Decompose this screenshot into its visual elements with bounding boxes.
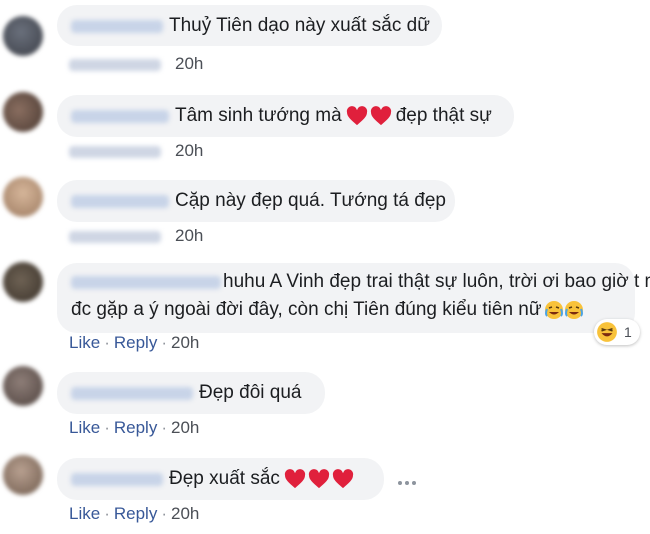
blurred-author-name[interactable] [71,109,169,123]
comment-time[interactable]: 20h [171,418,199,437]
blurred-author-name[interactable] [71,275,221,289]
comment-text-before: Tâm sinh tướng mà [175,105,342,126]
comment-text-line2: đc gặp a ý ngoài đời đây, còn chị Tiên đ… [71,299,542,320]
heart-icon [308,469,330,489]
comment-text-after: đẹp thật sự [395,105,492,126]
like-button[interactable]: Like [69,418,100,437]
avatar[interactable] [3,366,43,406]
separator: · [161,504,167,523]
separator: · [104,504,110,523]
comment-meta: Like · Reply · 20h [69,504,199,524]
blurred-author-name[interactable] [71,472,163,486]
comment-meta: 20h [69,141,203,161]
comment-time[interactable]: 20h [171,333,199,352]
reaction-count[interactable]: 1 [594,319,640,345]
comment-text-line1: huhu A Vinh đẹp trai thật sự luôn, trời … [223,271,650,292]
comment-text: Thuỷ Tiên dạo này xuất sắc dữ [169,15,430,36]
comment-text: Đẹp đôi quá [199,382,302,403]
reply-button[interactable]: Reply [114,418,157,437]
comment-time[interactable]: 20h [175,141,203,160]
comment-time[interactable]: 20h [171,504,199,523]
comment-bubble: Cặp này đẹp quá. Tướng tá đẹp [57,180,455,222]
blurred-author-name[interactable] [71,19,163,33]
like-button[interactable]: Like [69,333,100,352]
comment-time[interactable]: 20h [175,226,203,245]
more-options-icon[interactable] [398,481,416,485]
heart-icon [284,469,306,489]
separator: · [161,418,167,437]
comment-bubble: Đẹp đôi quá [57,372,325,414]
comment-meta: 20h [69,226,203,246]
separator: · [104,333,110,352]
separator: · [104,418,110,437]
avatar[interactable] [3,16,43,56]
comment-meta: Like · Reply · 20h [69,418,199,438]
reply-button[interactable]: Reply [114,333,157,352]
comment-meta: Like · Reply · 20h [69,333,199,353]
crying-laughing-emoji-icon [564,301,583,319]
laughing-reaction-icon [597,322,617,342]
reply-button[interactable]: Reply [114,504,157,523]
like-button[interactable]: Like [69,504,100,523]
comment-bubble: Thuỷ Tiên dạo này xuất sắc dữ [57,5,442,46]
comment-bubble: Tâm sinh tướng mà đẹp thật sự [57,95,514,137]
blurred-actions[interactable] [69,230,161,243]
reaction-count-value: 1 [624,324,632,340]
blurred-author-name[interactable] [71,386,193,400]
avatar[interactable] [3,455,43,495]
heart-icon [370,106,391,126]
crying-laughing-emoji-icon [544,301,563,319]
comment-meta: 20h [69,54,203,74]
comment-bubble: Đẹp xuất sắc [57,458,384,500]
heart-icon [346,106,367,126]
blurred-author-name[interactable] [71,194,169,208]
blurred-actions[interactable] [69,145,161,158]
comment-text: Đẹp xuất sắc [169,468,280,489]
comment-time[interactable]: 20h [175,54,203,73]
avatar[interactable] [3,177,43,217]
hearts [346,106,392,126]
separator: · [161,333,167,352]
comment-text: Cặp này đẹp quá. Tướng tá đẹp [175,190,446,211]
avatar[interactable] [3,92,43,132]
heart-icon [332,469,354,489]
hearts [284,469,354,489]
comment-bubble: huhu A Vinh đẹp trai thật sự luôn, trời … [57,263,650,333]
avatar[interactable] [3,262,43,302]
blurred-actions[interactable] [69,58,161,71]
